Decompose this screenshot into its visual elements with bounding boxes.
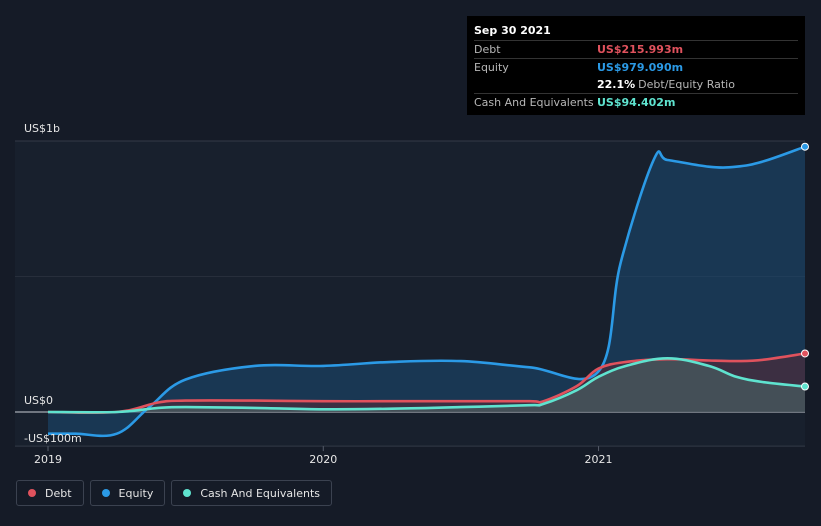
y-tick-label-1: US$0	[24, 394, 53, 407]
legend-label-equity: Equity	[118, 486, 154, 500]
legend-label-debt: Debt	[45, 486, 72, 500]
tooltip-label-cash: Cash And Equivalents	[474, 96, 594, 109]
tooltip-value-debt: US$215.993m	[597, 43, 684, 56]
legend-label-cash: Cash And Equivalents	[200, 486, 320, 500]
tooltip-label-equity: Equity	[474, 61, 509, 74]
tooltip-value-equity: US$979.090m	[597, 61, 684, 74]
cash-dot-icon	[183, 489, 192, 497]
data-tooltip: Sep 30 2021 Debt US$215.993m Equity US$9…	[467, 16, 805, 115]
tooltip-date: Sep 30 2021	[474, 23, 798, 41]
end-marker-equity	[801, 142, 809, 151]
chart-legend: Debt Equity Cash And Equivalents	[16, 480, 332, 506]
tooltip-ratio-text: Debt/Equity Ratio	[638, 78, 735, 91]
x-axis-ticks: 2019 2020 2021	[34, 446, 613, 466]
tooltip-label-debt: Debt	[474, 43, 501, 56]
equity-dot-icon	[101, 489, 110, 497]
tooltip-row-debt: Debt US$215.993m	[474, 41, 798, 59]
tooltip-row-cash: Cash And Equivalents US$94.402m	[474, 94, 798, 111]
legend-item-cash[interactable]: Cash And Equivalents	[171, 480, 332, 506]
tooltip-value-cash: US$94.402m	[597, 96, 676, 109]
end-marker-debt	[801, 349, 809, 358]
tooltip-label-ratio	[474, 76, 597, 93]
x-tick-label-0: 2019	[34, 453, 62, 466]
tooltip-row-equity: Equity US$979.090m	[474, 59, 798, 76]
debt-dot-icon	[28, 489, 36, 497]
end-marker-cash-and-equivalents	[801, 382, 809, 391]
legend-item-equity[interactable]: Equity	[89, 480, 166, 506]
y-tick-label-2: -US$100m	[24, 432, 82, 445]
x-tick-label-1: 2020	[309, 453, 337, 466]
tooltip-value-ratio: 22.1%	[597, 78, 636, 91]
tooltip-row-ratio: 22.1% Debt/Equity Ratio	[474, 76, 798, 94]
y-tick-label-0: US$1b	[24, 122, 60, 135]
x-tick-label-2: 2021	[585, 453, 613, 466]
legend-item-debt[interactable]: Debt	[16, 480, 84, 506]
